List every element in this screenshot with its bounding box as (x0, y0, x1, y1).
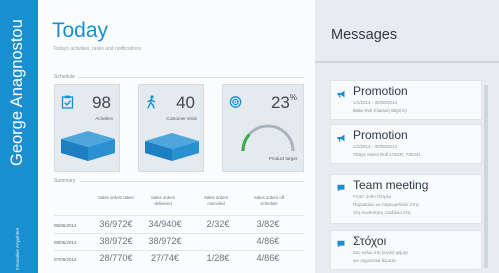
message-line: Σας καλώ στη λογική φήμης (353, 250, 409, 255)
messages-scrollbar[interactable] (484, 85, 488, 268)
cell-off-schedule: 4/86€ (256, 236, 280, 246)
cell-taken: 28/770€ (99, 253, 133, 263)
target-icon (229, 96, 242, 108)
tile-activities[interactable]: 98 Activities (54, 84, 120, 172)
cell-taken: 36/972€ (99, 219, 133, 229)
summary-label: Summary (54, 178, 76, 184)
col-header-delivered: Sales orders delivered (150, 195, 176, 206)
customer-visits-count: 40 (176, 93, 195, 112)
cell-taken: 38/972€ (99, 236, 133, 246)
walking-person-icon (147, 95, 156, 109)
product-target-label: Product target (268, 156, 297, 161)
message-item[interactable]: Promotion 1/1/2014 - 30/06/2014 7Days Sw… (330, 124, 482, 164)
message-line: Bake Roll Κλασική 80gr(G) (353, 108, 407, 113)
customer-visits-box-graphic (145, 133, 199, 161)
row-date: 06/06/2014 (54, 240, 77, 245)
clipboard-check-icon (61, 95, 74, 109)
message-line: Παρακαλώ να παρευρεθείτε στην (353, 202, 419, 207)
activities-label: Activities (95, 116, 113, 121)
message-line: 1/1/2014 - 30/06/2014 (353, 100, 398, 105)
message-line: στη συνάντηση σταξάνω στις (353, 210, 411, 215)
table-row[interactable]: 06/06/2014 38/972€ 38/972€ 4/86€ (54, 235, 304, 249)
activities-count: 98 (92, 93, 111, 112)
page-title: Today (52, 19, 109, 42)
messages-title: Messages (331, 27, 398, 43)
target-gauge (241, 124, 295, 152)
cell-off-schedule: 4/86€ (256, 253, 280, 263)
col-header-off-schedule: Sales orders off schedule (253, 195, 284, 206)
user-role: Innovative Anywhere (15, 227, 20, 270)
cell-delivered: 34/940€ (148, 219, 182, 229)
message-title: Στόχοι (353, 234, 387, 248)
cell-delivered: 27/74€ (150, 253, 180, 263)
megaphone-icon (337, 134, 345, 142)
message-title: Promotion (353, 128, 408, 142)
divider (80, 181, 304, 182)
message-line: From: John Πετρέα (353, 194, 392, 199)
tile-product-target[interactable]: 23% Product target (222, 84, 304, 172)
cell-canceled: 1/28€ (206, 253, 230, 263)
tile-customer-visits[interactable]: 40 Customer visits (138, 84, 204, 172)
cell-canceled: 2/32€ (206, 219, 230, 229)
row-divider (54, 250, 304, 251)
table-row[interactable]: 07/06/2014 28/770€ 27/74€ 1/28€ 4/86€ (54, 252, 304, 266)
product-target-value: 23% (270, 93, 297, 112)
divider (78, 77, 304, 78)
divider (315, 61, 499, 63)
user-name[interactable]: George Anagnostou (3, 6, 31, 166)
message-item[interactable]: Team meeting From: John Πετρέα Παρακαλώ … (330, 174, 482, 224)
row-date: 07/06/2014 (54, 257, 77, 262)
message-title: Promotion (353, 84, 408, 98)
row-divider (54, 233, 304, 234)
activities-box-graphic (61, 131, 115, 161)
message-line: για σημαντικά θέματα (353, 258, 396, 263)
message-line: 1/1/2014 - 30/06/2014 (353, 144, 398, 149)
cell-off-schedule: 3/82€ (256, 219, 280, 229)
message-item[interactable]: Promotion 1/1/2014 - 30/06/2014 Bake Rol… (330, 80, 482, 120)
col-header-taken: Sales orders taken (98, 195, 134, 200)
messages-panel: Messages Promotion 1/1/2014 - 30/06/2014… (315, 0, 499, 273)
megaphone-icon (337, 90, 345, 98)
message-item[interactable]: Στόχοι Σας καλώ στη λογική φήμης για σημ… (330, 230, 482, 270)
col-header-canceled: Sales orders canceled (203, 195, 229, 206)
main-panel: Today Todays activities, tasks and notif… (38, 0, 315, 273)
message-title: Team meeting (353, 178, 429, 192)
row-date: 05/06/2014 (54, 223, 77, 228)
cell-delivered: 38/972€ (148, 236, 182, 246)
user-sidebar: George Anagnostou Innovative Anywhere (0, 0, 38, 273)
chat-bubble-icon (337, 184, 345, 192)
row-divider (54, 215, 304, 216)
customer-visits-label: Customer visits (166, 116, 197, 121)
schedule-label: Schedule (54, 74, 75, 80)
table-row[interactable]: 05/06/2014 36/972€ 34/940€ 2/32€ 3/82€ (54, 218, 304, 232)
page-subtitle: Todays activities, tasks and notificatio… (53, 46, 142, 52)
chat-bubble-icon (337, 240, 345, 248)
message-line: 7Days Swiss Roll 175GR, 7SEM1 (353, 152, 421, 157)
